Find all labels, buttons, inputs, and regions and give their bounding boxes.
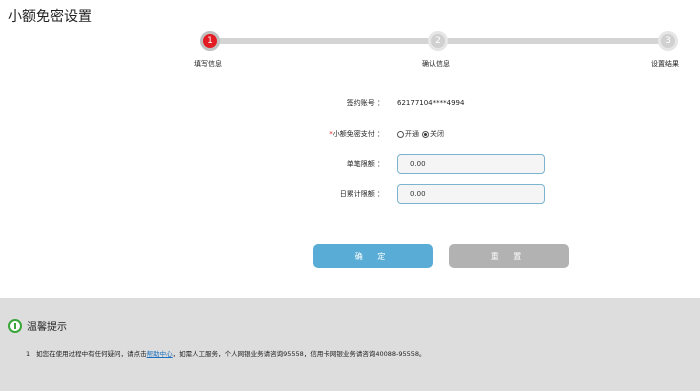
tips-title: 温馨提示 — [27, 322, 67, 333]
payment-radio-group: 开通 关闭 — [397, 124, 447, 144]
reset-button[interactable]: 重 置 — [449, 244, 569, 268]
payment-label: 小额免密支付 ： — [332, 130, 384, 138]
single-limit-row: 单笔限额 ： 0.00 — [0, 154, 700, 174]
step-3-label: 设置结果 — [651, 60, 679, 68]
daily-limit-label: 日累计限额 ： — [339, 190, 384, 198]
step-1-indicator: 1 — [200, 31, 220, 51]
account-row: 签约账号 ： 62177104****4994 — [0, 93, 700, 113]
tips-panel: 温馨提示 1 如您在使用过程中有任何疑问，请点击帮助中心，如需人工服务，个人网银业… — [0, 298, 700, 391]
help-center-link[interactable]: 帮助中心 — [147, 350, 173, 358]
daily-limit-row: 日累计限额 ： 0.00 — [0, 184, 700, 204]
radio-enable-label[interactable]: 开通 — [405, 129, 419, 139]
radio-disable-label[interactable]: 关闭 — [430, 129, 444, 139]
step-2-indicator: 2 — [428, 31, 448, 51]
account-value: 62177104****4994 — [397, 99, 465, 107]
daily-limit-input[interactable]: 0.00 — [397, 184, 545, 204]
step-3-indicator: 3 — [658, 31, 678, 51]
payment-row: *小额免密支付 ： 开通 关闭 — [0, 124, 700, 144]
account-label: 签约账号 ： — [346, 99, 384, 107]
radio-disable[interactable] — [422, 130, 429, 138]
step-2-label: 确认信息 — [422, 60, 450, 68]
radio-enable[interactable] — [397, 130, 404, 138]
progress-stepper: 1 2 3 填写信息 确认信息 设置结果 — [0, 28, 700, 72]
single-limit-input[interactable]: 0.00 — [397, 154, 545, 174]
step-1-label: 填写信息 — [194, 60, 222, 68]
step-track-2-3 — [438, 38, 668, 44]
single-limit-label: 单笔限额 ： — [346, 160, 384, 168]
payment-label-wrap: *小额免密支付 ： — [329, 124, 384, 144]
tips-header: 温馨提示 — [8, 318, 67, 333]
tips-text-before: 如您在使用过程中有任何疑问，请点击 — [36, 350, 147, 358]
confirm-button[interactable]: 确 定 — [313, 244, 433, 268]
step-track-1-2 — [210, 38, 438, 44]
tips-number: 1 — [26, 350, 31, 358]
info-circle-icon — [8, 318, 22, 333]
tips-text-after: ，如需人工服务，个人网银业务请咨询95558，信用卡网银业务请咨询40088-9… — [172, 350, 426, 358]
tips-text: 1 如您在使用过程中有任何疑问，请点击帮助中心，如需人工服务，个人网银业务请咨询9… — [26, 348, 426, 358]
page-title: 小额免密设置 — [8, 9, 92, 25]
